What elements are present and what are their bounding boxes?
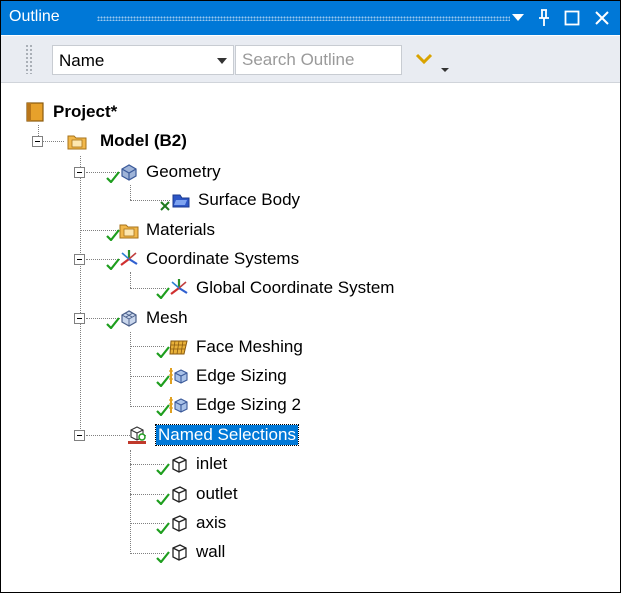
geometry-icon	[118, 161, 140, 183]
filter-button[interactable]	[411, 47, 461, 75]
close-icon[interactable]	[591, 6, 613, 30]
panel-title: Outline	[9, 8, 60, 25]
outline-tree: Project* Model (B2) Geometry Surface Bod…	[0, 84, 621, 592]
materials-icon	[118, 219, 140, 241]
tree-item-global-coordinate-system[interactable]: Global Coordinate System	[156, 274, 394, 302]
named-selection-icon	[168, 453, 190, 475]
tree-item-surface-body[interactable]: Surface Body	[158, 186, 300, 214]
chevron-down-icon	[415, 53, 449, 72]
named-selection-icon	[168, 483, 190, 505]
face-meshing-icon	[168, 336, 190, 358]
edge-sizing-icon	[168, 365, 190, 387]
tree-item-axis[interactable]: axis	[156, 509, 226, 537]
name-combo[interactable]: Name	[52, 45, 234, 75]
outline-toolbar: Name	[1, 36, 620, 83]
coordinate-systems-icon	[118, 248, 140, 270]
tree-item-mesh[interactable]: Mesh	[106, 304, 188, 332]
coordinate-system-icon	[168, 277, 190, 299]
collapse-model-toggle[interactable]	[32, 136, 43, 147]
tree-item-named-selections[interactable]: Named Selections	[126, 421, 299, 449]
maximize-icon[interactable]	[561, 6, 583, 30]
named-selection-icon	[168, 512, 190, 534]
search-outline-input[interactable]	[235, 45, 402, 75]
tree-item-materials[interactable]: Materials	[106, 216, 215, 244]
pin-icon[interactable]	[533, 6, 555, 30]
surface-body-icon	[170, 189, 192, 211]
tree-item-geometry[interactable]: Geometry	[106, 158, 221, 186]
tree-item-inlet[interactable]: inlet	[156, 450, 227, 478]
collapse-named-selections-toggle[interactable]	[74, 430, 85, 441]
mesh-icon	[118, 307, 140, 329]
edge-sizing-icon	[168, 394, 190, 416]
titlebar-drag-area[interactable]	[97, 16, 510, 21]
name-combo-value: Name	[59, 51, 105, 70]
tree-item-face-meshing[interactable]: Face Meshing	[156, 333, 303, 361]
tree-item-project[interactable]: Project*	[24, 98, 117, 126]
selected-item-label: Named Selections	[155, 424, 299, 446]
project-book-icon	[24, 101, 46, 123]
named-selection-icon	[168, 541, 190, 563]
toolbar-grip[interactable]	[25, 44, 33, 74]
tree-item-outlet[interactable]: outlet	[156, 480, 238, 508]
model-folder-icon	[66, 130, 88, 152]
tree-item-wall[interactable]: wall	[156, 538, 225, 566]
chevron-down-icon[interactable]	[507, 6, 529, 30]
collapse-geometry-toggle[interactable]	[74, 167, 85, 178]
outline-titlebar: Outline	[1, 1, 620, 35]
tree-item-edge-sizing-2[interactable]: Edge Sizing 2	[156, 391, 301, 419]
tree-item-model[interactable]: Model (B2)	[66, 127, 187, 155]
collapse-mesh-toggle[interactable]	[74, 313, 85, 324]
tree-item-edge-sizing[interactable]: Edge Sizing	[156, 362, 287, 390]
named-selections-icon	[126, 424, 148, 446]
chevron-down-icon[interactable]	[217, 58, 227, 64]
tree-item-coordinate-systems[interactable]: Coordinate Systems	[106, 245, 299, 273]
collapse-coordinate-systems-toggle[interactable]	[74, 254, 85, 265]
